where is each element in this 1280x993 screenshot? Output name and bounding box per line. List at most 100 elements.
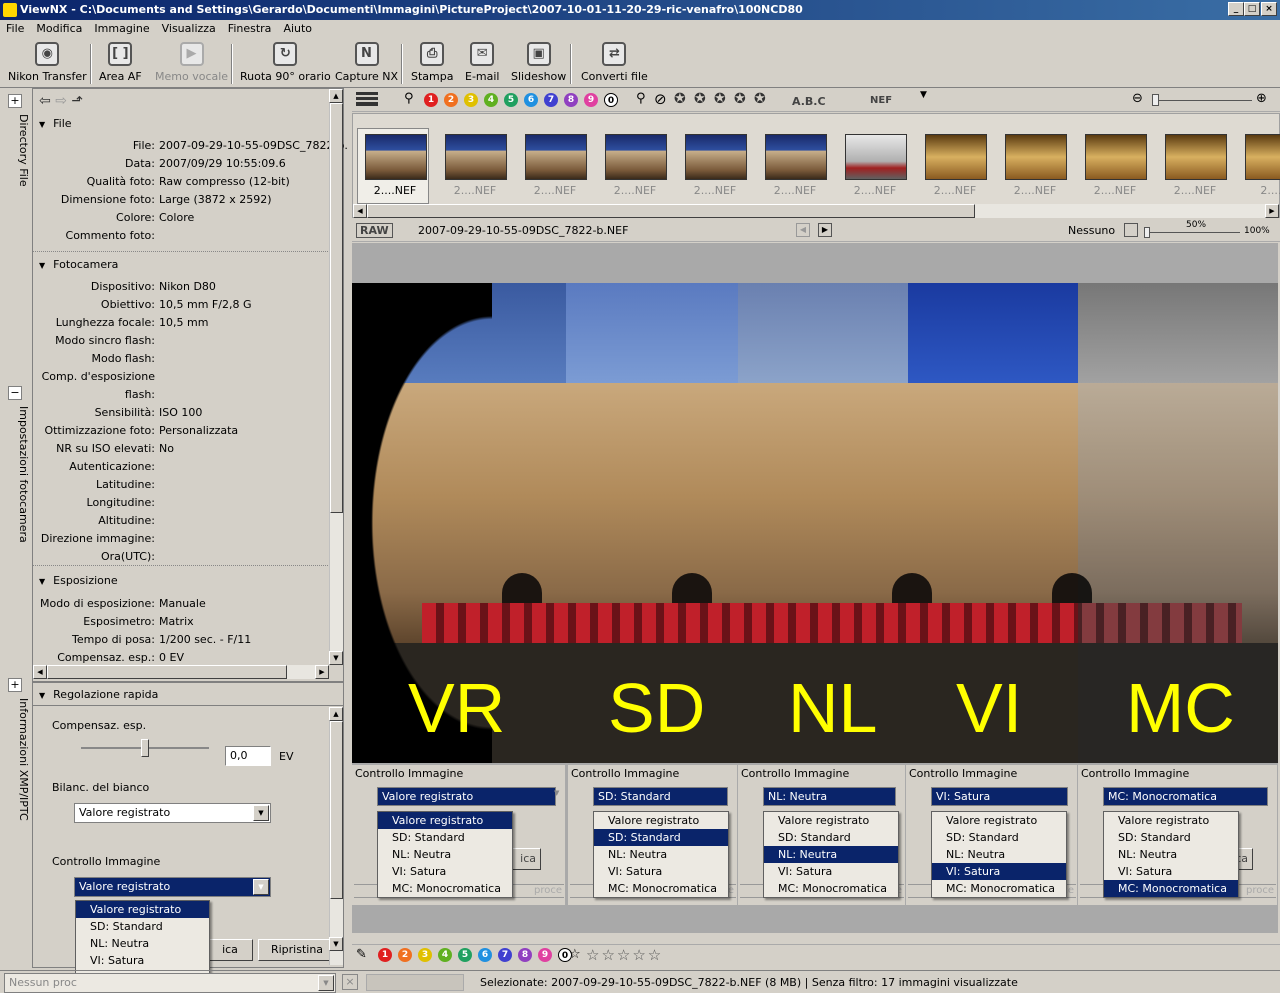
- scroll-left-icon[interactable]: ◀: [353, 204, 367, 218]
- thumbnail[interactable]: [1245, 134, 1280, 180]
- no-rating-icon[interactable]: ⊘: [654, 90, 667, 108]
- color-label-9-icon[interactable]: 9: [584, 93, 598, 107]
- option[interactable]: SD: Standard: [378, 829, 512, 846]
- thumb-size-slider[interactable]: [1152, 100, 1252, 101]
- option[interactable]: VI: Satura: [76, 952, 209, 969]
- thumbnail[interactable]: [525, 134, 587, 180]
- splitter[interactable]: [33, 681, 343, 683]
- prev-image-icon[interactable]: ◀: [796, 223, 810, 237]
- comp-input[interactable]: 0,0: [225, 746, 271, 766]
- zoom-out-icon[interactable]: ⊖: [1132, 91, 1143, 106]
- option[interactable]: Valore registrato: [1104, 812, 1238, 829]
- ctrl-select[interactable]: Valore registrato ▼: [74, 877, 271, 897]
- thumbnail[interactable]: [765, 134, 827, 180]
- star-1-icon[interactable]: ✪: [674, 91, 686, 107]
- color-label-4-icon[interactable]: 4: [484, 93, 498, 107]
- star-3-icon[interactable]: ✪: [714, 91, 726, 107]
- chevron-down-icon[interactable]: ▼: [253, 879, 269, 895]
- section-quick-adjust[interactable]: Regolazione rapida: [39, 688, 158, 701]
- scroll-up-icon[interactable]: ▲: [329, 707, 343, 721]
- grid-view-icon[interactable]: [356, 92, 378, 106]
- tab-xmp-iptc[interactable]: Informazioni XMP/IPTC: [4, 698, 30, 821]
- option[interactable]: Valore registrato: [594, 812, 728, 829]
- color-label-8-icon[interactable]: 8: [518, 948, 532, 962]
- option[interactable]: Valore registrato: [378, 812, 512, 829]
- option[interactable]: SD: Standard: [764, 829, 898, 846]
- thumbnail[interactable]: [1165, 134, 1227, 180]
- menu-aiuto[interactable]: Aiuto: [277, 20, 318, 38]
- menu-finestra[interactable]: Finestra: [222, 20, 278, 38]
- color-label-7-icon[interactable]: 7: [498, 948, 512, 962]
- color-label-1-icon[interactable]: 1: [424, 93, 438, 107]
- zoom-slider[interactable]: [1144, 232, 1240, 233]
- section-camera[interactable]: Fotocamera: [39, 258, 118, 271]
- capture-nx-button[interactable]: N Capture NX: [335, 42, 398, 83]
- rotate-button[interactable]: ↻ Ruota 90° orario: [240, 42, 331, 83]
- option[interactable]: NL: Neutra: [1104, 846, 1238, 863]
- section-exposure[interactable]: Esposizione: [39, 574, 117, 587]
- scroll-up-icon[interactable]: ▲: [329, 89, 343, 103]
- option[interactable]: Valore registrato: [76, 901, 209, 918]
- option[interactable]: VI: Satura: [1104, 863, 1238, 880]
- thumbnail[interactable]: [845, 134, 907, 180]
- fit-screen-icon[interactable]: [1124, 223, 1138, 237]
- option[interactable]: MC: Monocromatica: [594, 880, 728, 897]
- thumbnail[interactable]: [1005, 134, 1067, 180]
- label-filter-icon[interactable]: ⚲: [404, 91, 414, 106]
- thumb-size-thumb[interactable]: [1152, 94, 1159, 106]
- option[interactable]: SD: Standard: [1104, 829, 1238, 846]
- metadata-hscrollbar[interactable]: ◀ ▶: [33, 665, 329, 679]
- color-label-9-icon[interactable]: 9: [538, 948, 552, 962]
- option[interactable]: MC: Monocromatica: [764, 880, 898, 897]
- color-label-3-icon[interactable]: 3: [464, 93, 478, 107]
- panel-select[interactable]: VI: Satura: [931, 787, 1068, 806]
- quick-scrollbar[interactable]: ▲ ▼: [329, 707, 343, 965]
- color-label-5-icon[interactable]: 5: [458, 948, 472, 962]
- section-file[interactable]: File: [39, 117, 71, 130]
- star-2-icon[interactable]: ✪: [694, 91, 706, 107]
- scroll-down-icon[interactable]: ▼: [329, 937, 343, 951]
- scroll-down-icon[interactable]: ▼: [329, 651, 343, 665]
- color-label-8-icon[interactable]: 8: [564, 93, 578, 107]
- option[interactable]: NL: Neutra: [932, 846, 1066, 863]
- menu-modifica[interactable]: Modifica: [30, 20, 88, 38]
- color-label-0-icon[interactable]: 0: [604, 93, 618, 107]
- rating-filter-icon[interactable]: ⚲: [636, 91, 646, 106]
- nikon-transfer-button[interactable]: ◉ Nikon Transfer: [8, 42, 87, 83]
- panel-select[interactable]: Valore registrato: [377, 787, 556, 806]
- apply-button[interactable]: ica: [207, 939, 253, 961]
- print-button[interactable]: ⎙ Stampa: [411, 42, 453, 83]
- star-4-icon[interactable]: ✪: [734, 91, 746, 107]
- chevron-down-icon[interactable]: ▼: [253, 805, 269, 821]
- option[interactable]: SD: Standard: [76, 918, 209, 935]
- option[interactable]: NL: Neutra: [594, 846, 728, 863]
- color-label-2-icon[interactable]: 2: [444, 93, 458, 107]
- expand-icon[interactable]: +: [8, 678, 22, 692]
- expand-icon[interactable]: +: [8, 94, 22, 108]
- convert-file-button[interactable]: ⇄ Converti file: [581, 42, 648, 83]
- option[interactable]: Valore registrato: [764, 812, 898, 829]
- scroll-thumb[interactable]: [330, 721, 343, 899]
- scroll-left-icon[interactable]: ◀: [33, 665, 47, 679]
- panel-select[interactable]: SD: Standard: [593, 787, 728, 806]
- next-image-icon[interactable]: ▶: [818, 223, 832, 237]
- star-5-icon[interactable]: ✪: [754, 91, 766, 107]
- back-icon[interactable]: ⇦: [39, 93, 51, 109]
- color-label-4-icon[interactable]: 4: [438, 948, 452, 962]
- zoom-in-icon[interactable]: ⊕: [1256, 91, 1267, 106]
- option[interactable]: VI: Satura: [932, 863, 1066, 880]
- option[interactable]: NL: Neutra: [76, 935, 209, 952]
- metadata-scrollbar[interactable]: ▲ ▼: [329, 89, 343, 665]
- thumbnail[interactable]: [925, 134, 987, 180]
- up-folder-icon[interactable]: ⬏: [71, 93, 83, 109]
- minimize-button[interactable]: _: [1228, 2, 1244, 16]
- hscroll-thumb[interactable]: [367, 204, 975, 218]
- wb-select[interactable]: Valore registrato ▼: [74, 803, 271, 823]
- zoom-slider-thumb[interactable]: [1144, 227, 1150, 238]
- chevron-down-icon[interactable]: ▼: [318, 975, 334, 991]
- thumbnail[interactable]: [1085, 134, 1147, 180]
- option[interactable]: SD: Standard: [932, 829, 1066, 846]
- chevron-down-icon[interactable]: ▼: [920, 90, 927, 100]
- sort-abc[interactable]: A.B.C: [792, 95, 826, 108]
- thumbnail[interactable]: [445, 134, 507, 180]
